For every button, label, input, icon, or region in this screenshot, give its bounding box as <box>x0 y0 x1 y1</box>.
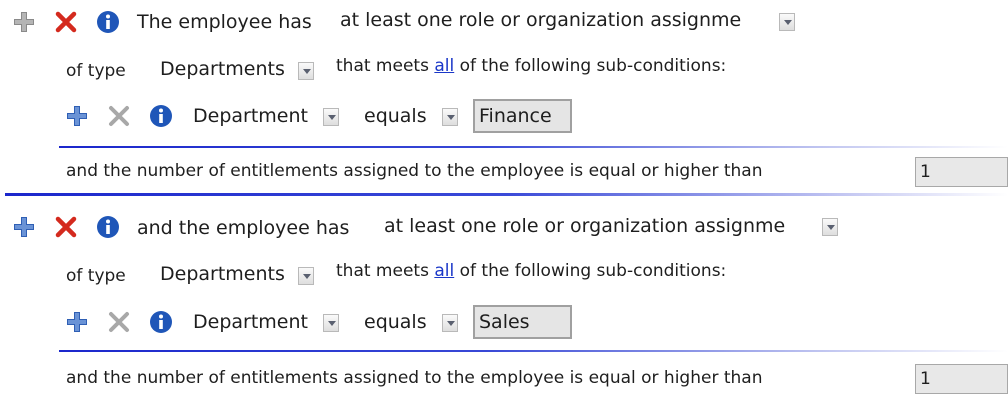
of-type-label: of type <box>66 266 126 286</box>
meets-text: that meets all of the following sub-cond… <box>336 55 726 77</box>
of-type-label: of type <box>66 61 126 81</box>
plus-icon[interactable] <box>12 10 36 34</box>
entitlements-text: and the number of entitlements assigned … <box>66 368 763 388</box>
info-icon[interactable] <box>149 310 173 334</box>
meets-text: that meets all of the following sub-cond… <box>336 260 726 282</box>
info-icon[interactable] <box>149 104 173 128</box>
sub-operator-dropdown-value[interactable]: equals <box>364 310 427 334</box>
assignment-dropdown-value[interactable]: at least one role or organization assign… <box>384 214 785 238</box>
condition-prefix: The employee has <box>137 11 312 33</box>
type-dropdown-value[interactable]: Departments <box>160 262 285 286</box>
meets-all-link[interactable]: all <box>434 261 454 281</box>
condition-prefix: and the employee has <box>137 217 350 239</box>
meets-all-link[interactable]: all <box>434 56 454 76</box>
close-icon[interactable] <box>107 104 131 128</box>
assignment-dropdown-value[interactable]: at least one role or organization assign… <box>340 8 741 32</box>
type-dropdown-arrow-icon[interactable] <box>298 62 314 80</box>
sub-attribute-dropdown-value[interactable]: Department <box>193 104 308 128</box>
sub-operator-dropdown-arrow-icon[interactable] <box>442 314 458 332</box>
entitlements-count-input[interactable]: 1 <box>915 364 1008 394</box>
info-icon[interactable] <box>96 215 120 239</box>
assignment-dropdown-arrow-icon[interactable] <box>822 218 838 236</box>
sub-value-input[interactable]: Sales <box>473 305 572 339</box>
sub-condition-divider <box>59 146 1008 148</box>
type-dropdown-arrow-icon[interactable] <box>298 267 314 285</box>
sub-operator-dropdown-arrow-icon[interactable] <box>442 108 458 126</box>
plus-icon[interactable] <box>12 215 36 239</box>
sub-condition-divider <box>59 350 1008 352</box>
close-icon[interactable] <box>54 215 78 239</box>
entitlements-text: and the number of entitlements assigned … <box>66 161 763 181</box>
plus-icon[interactable] <box>65 310 89 334</box>
entitlements-count-input[interactable]: 1 <box>915 157 1008 187</box>
meets-prefix: that meets <box>336 56 429 76</box>
sub-attribute-dropdown-value[interactable]: Department <box>193 310 308 334</box>
close-icon[interactable] <box>107 310 131 334</box>
sub-attribute-dropdown-arrow-icon[interactable] <box>323 314 339 332</box>
meets-suffix: of the following sub-conditions: <box>459 56 727 76</box>
sub-attribute-dropdown-arrow-icon[interactable] <box>323 108 339 126</box>
plus-icon[interactable] <box>65 104 89 128</box>
close-icon[interactable] <box>54 10 78 34</box>
meets-prefix: that meets <box>336 261 429 281</box>
assignment-dropdown-arrow-icon[interactable] <box>779 13 795 31</box>
type-dropdown-value[interactable]: Departments <box>160 57 285 81</box>
sub-operator-dropdown-value[interactable]: equals <box>364 104 427 128</box>
condition-divider <box>5 193 1008 196</box>
sub-value-input[interactable]: Finance <box>473 99 572 133</box>
info-icon[interactable] <box>96 10 120 34</box>
meets-suffix: of the following sub-conditions: <box>459 261 727 281</box>
